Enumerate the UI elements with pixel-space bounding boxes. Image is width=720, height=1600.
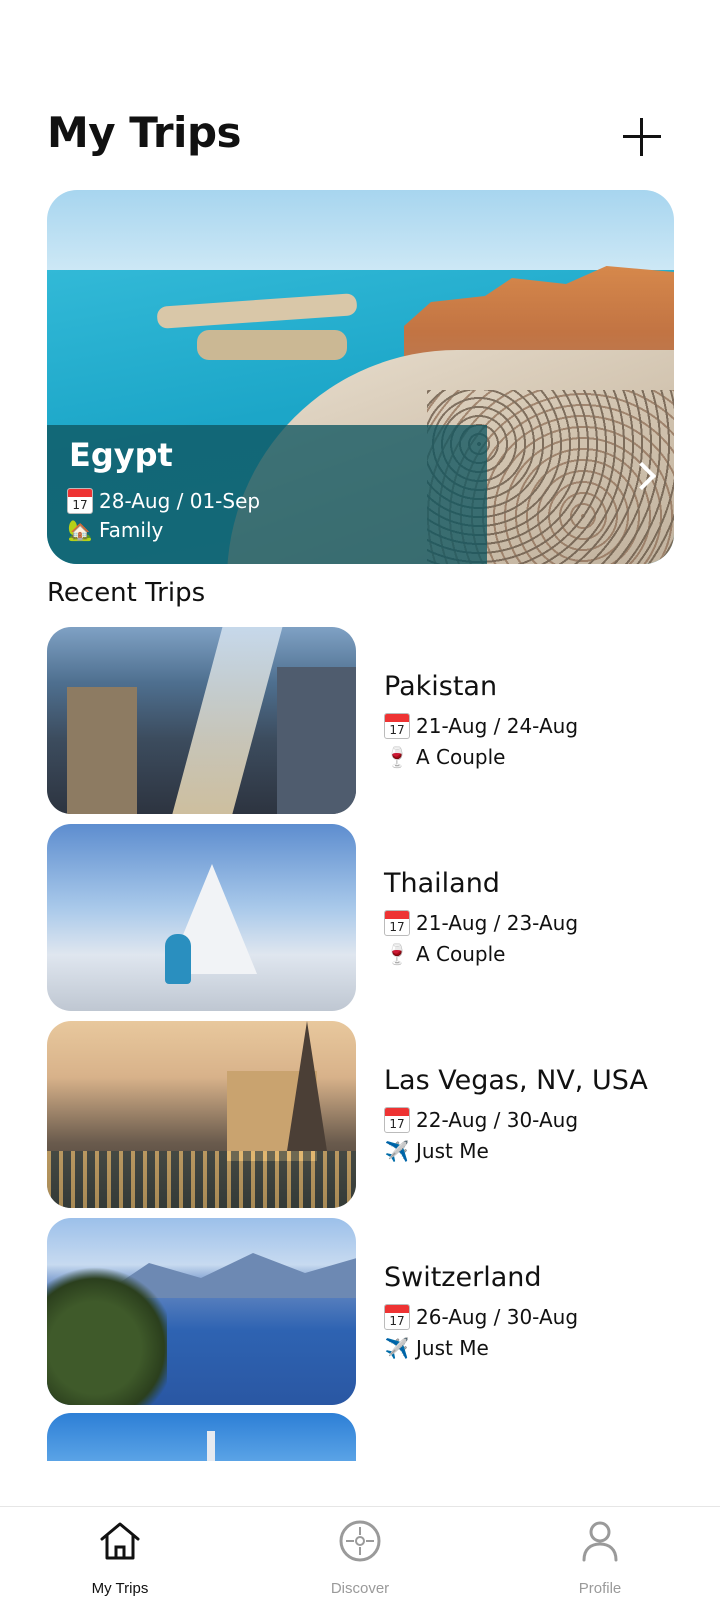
trip-dates: 21-Aug / 24-Aug (416, 713, 579, 738)
trip-dates-row: 17 22-Aug / 30-Aug (384, 1104, 648, 1135)
home-icon (100, 1522, 140, 1560)
trip-name: Thailand (384, 868, 500, 899)
featured-trip-group-row: 🏡 Family (67, 518, 164, 542)
trip-group-row: ✈️ Just Me (384, 1332, 578, 1363)
trip-name: Las Vegas, NV, USA (384, 1065, 648, 1096)
calendar-icon: 17 (384, 712, 410, 739)
trip-item-pakistan[interactable]: Pakistan 17 21-Aug / 24-Aug 🍷 A Couple (47, 627, 687, 814)
tab-my-trips[interactable]: My Trips (40, 1507, 200, 1600)
tab-label: My Trips (91, 1580, 149, 1597)
featured-trip-group: Family (99, 518, 164, 542)
trip-info: Thailand 17 21-Aug / 23-Aug 🍷 A Couple (384, 868, 578, 969)
trip-photo (47, 1218, 356, 1405)
featured-photo-pier (197, 330, 347, 360)
trip-group-row: 🍷 A Couple (384, 741, 578, 772)
trip-photo (207, 1431, 215, 1461)
trip-photo (47, 627, 356, 814)
trip-dates: 26-Aug / 30-Aug (416, 1304, 579, 1329)
calendar-icon: 17 (384, 1106, 410, 1133)
header: My Trips (47, 108, 673, 168)
featured-trip-name: Egypt (69, 436, 173, 474)
tab-label: Discover (330, 1580, 390, 1597)
calendar-icon: 17 (384, 909, 410, 936)
trip-group: Just Me (416, 1138, 489, 1163)
trip-group: Just Me (416, 1335, 489, 1360)
featured-trip-dates-row: 17 28-Aug / 01-Sep (67, 488, 260, 514)
trip-info: Switzerland 17 26-Aug / 30-Aug ✈️ Just M… (384, 1262, 578, 1363)
featured-trip-dates: 28-Aug / 01-Sep (99, 489, 261, 513)
featured-trip-card[interactable]: Egypt 17 28-Aug / 01-Sep 🏡 Family (47, 190, 674, 564)
trip-name: Switzerland (384, 1262, 542, 1293)
compass-icon (339, 1520, 381, 1562)
trip-dates: 22-Aug / 30-Aug (416, 1107, 579, 1132)
trip-group-row: ✈️ Just Me (384, 1135, 648, 1166)
trip-item-partial[interactable] (47, 1413, 356, 1461)
airplane-icon: ✈️ (384, 1138, 410, 1163)
calendar-icon: 17 (67, 488, 93, 514)
trip-dates-row: 17 21-Aug / 24-Aug (384, 710, 578, 741)
calendar-icon: 17 (384, 1303, 410, 1330)
tab-discover[interactable]: Discover (280, 1507, 440, 1600)
wine-glass-icon: 🍷 (384, 941, 410, 966)
page-title: My Trips (47, 108, 242, 157)
trip-group-row: 🍷 A Couple (384, 938, 578, 969)
trip-item-las-vegas[interactable]: Las Vegas, NV, USA 17 22-Aug / 30-Aug ✈️… (47, 1021, 687, 1208)
trip-photo (47, 1021, 356, 1208)
trip-group: A Couple (416, 744, 506, 769)
tab-label: Profile (578, 1580, 622, 1597)
trip-info: Las Vegas, NV, USA 17 22-Aug / 30-Aug ✈️… (384, 1065, 648, 1166)
airplane-icon: ✈️ (384, 1335, 410, 1360)
featured-photo-sky (47, 190, 674, 275)
wine-glass-icon: 🍷 (384, 744, 410, 769)
trip-info: Pakistan 17 21-Aug / 24-Aug 🍷 A Couple (384, 671, 578, 772)
trip-dates: 21-Aug / 23-Aug (416, 910, 579, 935)
house-icon: 🏡 (67, 518, 93, 542)
trip-dates-row: 17 21-Aug / 23-Aug (384, 907, 578, 938)
recent-trips-heading: Recent Trips (47, 578, 206, 608)
trip-group: A Couple (416, 941, 506, 966)
tab-profile[interactable]: Profile (520, 1507, 680, 1600)
person-icon (582, 1521, 618, 1562)
trip-photo (47, 824, 356, 1011)
bottom-tab-bar: My Trips Discover Profile (0, 1506, 720, 1600)
trip-dates-row: 17 26-Aug / 30-Aug (384, 1301, 578, 1332)
trip-item-switzerland[interactable]: Switzerland 17 26-Aug / 30-Aug ✈️ Just M… (47, 1218, 687, 1405)
add-trip-button[interactable] (623, 118, 661, 156)
trip-name: Pakistan (384, 671, 498, 702)
trip-item-thailand[interactable]: Thailand 17 21-Aug / 23-Aug 🍷 A Couple (47, 824, 687, 1011)
